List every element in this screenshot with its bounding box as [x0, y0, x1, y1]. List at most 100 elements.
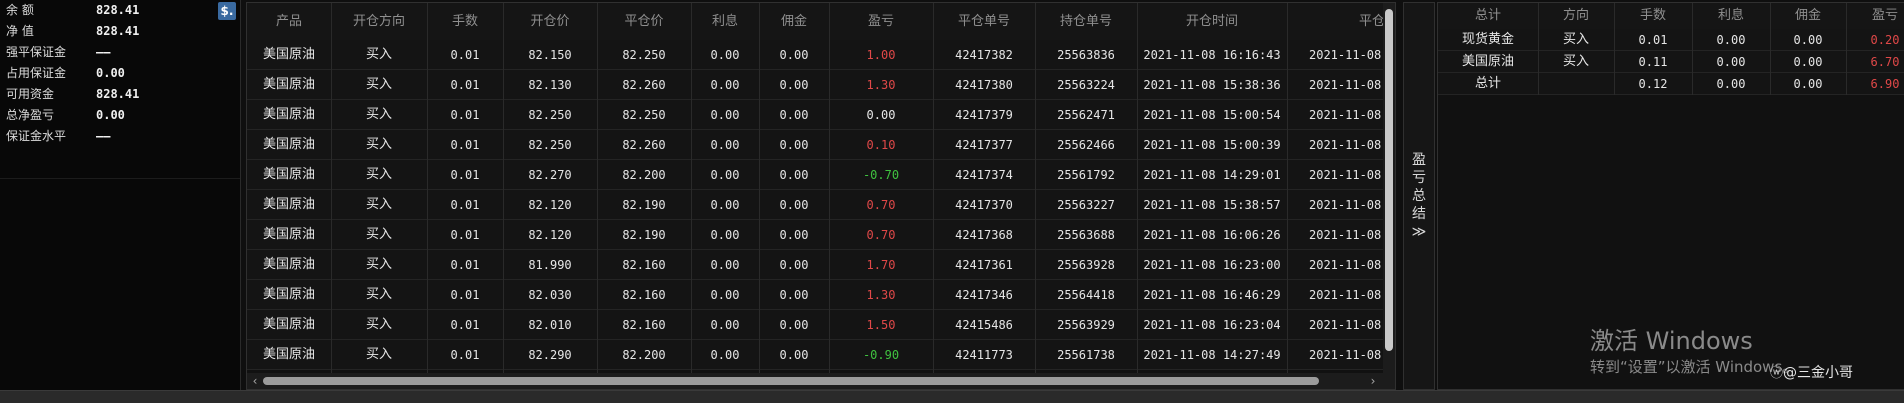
summary-cell-pnl: 0.20: [1870, 33, 1900, 47]
cell-commission: 0.00: [779, 78, 809, 92]
horizontal-scroll-thumb[interactable]: [263, 377, 1319, 385]
column-header[interactable]: 平仓价: [597, 3, 691, 40]
profit-summary-toggle[interactable]: 盈亏总结 ≫: [1403, 2, 1435, 390]
cell-close-price: 82.200: [622, 348, 666, 362]
column-header[interactable]: 开仓方向: [331, 3, 427, 40]
summary-cell-direction: [1538, 73, 1614, 95]
cell-direction: 买入: [365, 107, 392, 122]
dollar-icon[interactable]: $.: [218, 2, 236, 20]
cell-open-price: 82.130: [528, 78, 572, 92]
cell-open-price: 82.270: [528, 168, 572, 182]
summary-column-header[interactable]: 盈亏: [1846, 3, 1904, 29]
cell-close-ticket: 42417361: [955, 258, 1013, 272]
cell-close-time: 2021-11-08 17:0: [1309, 108, 1383, 122]
cell-pnl: -0.90: [862, 348, 900, 362]
column-header[interactable]: 平仓时间: [1287, 3, 1383, 40]
cell-close-price: 82.250: [622, 108, 666, 122]
summary-cell-name: 总计: [1474, 76, 1501, 91]
column-header[interactable]: 利息: [691, 3, 759, 40]
column-header[interactable]: 佣金: [759, 3, 829, 40]
column-header[interactable]: 手数: [427, 3, 503, 40]
cell-close-ticket: 42417379: [955, 108, 1013, 122]
column-header[interactable]: 产品: [247, 3, 331, 40]
cell-direction: 买入: [365, 347, 392, 362]
cell-open-time: 2021-11-08 16:06:26: [1143, 228, 1281, 242]
cell-direction: 买入: [365, 287, 392, 302]
account-row: 总净盈亏 0.00: [0, 105, 240, 125]
cell-open-time: 2021-11-08 16:23:04: [1143, 318, 1281, 332]
cell-product: 美国原油: [262, 47, 315, 62]
summary-column-header[interactable]: 方向: [1538, 3, 1614, 29]
account-label: 余 额: [6, 3, 34, 17]
author-credit-text: @三金小哥: [1783, 365, 1854, 381]
account-row: 占用保证金 0.00: [0, 63, 240, 83]
cell-product: 美国原油: [262, 137, 315, 152]
windows-activation-watermark: 激活 Windows 转到“设置”以激活 Windows。: [1590, 326, 1797, 378]
cell-interest: 0.00: [710, 258, 740, 272]
cell-product: 美国原油: [262, 197, 315, 212]
cell-product: 美国原油: [262, 257, 315, 272]
cell-commission: 0.00: [779, 198, 809, 212]
column-header[interactable]: 平仓单号: [933, 3, 1035, 40]
column-header[interactable]: 开仓时间: [1137, 3, 1287, 40]
summary-cell-name: 现货黄金: [1461, 32, 1514, 47]
cell-commission: 0.00: [779, 108, 809, 122]
summary-cell-interest: 0.00: [1716, 77, 1746, 91]
summary-cell-interest: 0.00: [1716, 33, 1746, 47]
horizontal-scrollbar[interactable]: ‹ ›: [247, 373, 1395, 389]
column-divider: [933, 3, 934, 373]
cell-open-price: 82.250: [528, 138, 572, 152]
cell-pnl: 1.00: [866, 48, 896, 62]
summary-column-header[interactable]: 手数: [1614, 3, 1692, 29]
summary-column-header[interactable]: 利息: [1692, 3, 1770, 29]
cell-close-ticket: 42411773: [955, 348, 1013, 362]
cell-hold-ticket: 25563929: [1057, 318, 1115, 332]
cell-close-ticket: 42417380: [955, 78, 1013, 92]
cell-direction: 买入: [365, 137, 392, 152]
cell-commission: 0.00: [779, 288, 809, 302]
cell-lots: 0.01: [450, 348, 480, 362]
cell-interest: 0.00: [710, 198, 740, 212]
cell-commission: 0.00: [779, 138, 809, 152]
cell-close-ticket: 42417370: [955, 198, 1013, 212]
column-divider: [691, 3, 692, 373]
cell-open-time: 2021-11-08 14:27:49: [1143, 348, 1281, 362]
cell-open-price: 81.990: [528, 258, 572, 272]
column-header[interactable]: 盈亏: [829, 3, 933, 40]
scroll-right-icon[interactable]: ›: [1367, 373, 1379, 389]
column-header[interactable]: 持仓单号: [1035, 3, 1137, 40]
cell-interest: 0.00: [710, 168, 740, 182]
account-row: 净 值 828.41: [0, 21, 240, 41]
summary-column-divider: [1770, 3, 1771, 95]
cell-commission: 0.00: [779, 48, 809, 62]
cell-pnl: 0.00: [866, 108, 896, 122]
summary-column-header[interactable]: 佣金: [1770, 3, 1846, 29]
vertical-scroll-thumb[interactable]: [1385, 9, 1393, 351]
cell-close-price: 82.190: [622, 198, 666, 212]
cell-open-time: 2021-11-08 16:16:43: [1143, 48, 1281, 62]
cell-pnl: 1.70: [866, 258, 896, 272]
cell-close-price: 82.260: [622, 138, 666, 152]
cell-pnl: 0.70: [866, 228, 896, 242]
vertical-scrollbar[interactable]: [1383, 3, 1395, 373]
summary-cell-interest: 0.00: [1716, 55, 1746, 69]
summary-cell-lots: 0.12: [1638, 77, 1668, 91]
column-divider: [427, 3, 428, 373]
cell-pnl: 0.10: [866, 138, 896, 152]
cell-pnl: 1.30: [866, 78, 896, 92]
cell-interest: 0.00: [710, 288, 740, 302]
cell-open-time: 2021-11-08 15:00:54: [1143, 108, 1281, 122]
scroll-left-icon[interactable]: ‹: [249, 373, 261, 389]
cell-direction: 买入: [365, 227, 392, 242]
column-header[interactable]: 开仓价: [503, 3, 597, 40]
account-label: 占用保证金: [6, 66, 67, 80]
cell-open-time: 2021-11-08 16:23:00: [1143, 258, 1281, 272]
cell-lots: 0.01: [450, 168, 480, 182]
cell-direction: 买入: [365, 197, 392, 212]
summary-cell-lots: 0.01: [1638, 33, 1668, 47]
summary-column-header[interactable]: 总计: [1438, 3, 1538, 29]
cell-lots: 0.01: [450, 228, 480, 242]
cell-close-time: 2021-11-08 17:0: [1309, 228, 1383, 242]
summary-column-divider: [1614, 3, 1615, 95]
cell-pnl: 1.50: [866, 318, 896, 332]
